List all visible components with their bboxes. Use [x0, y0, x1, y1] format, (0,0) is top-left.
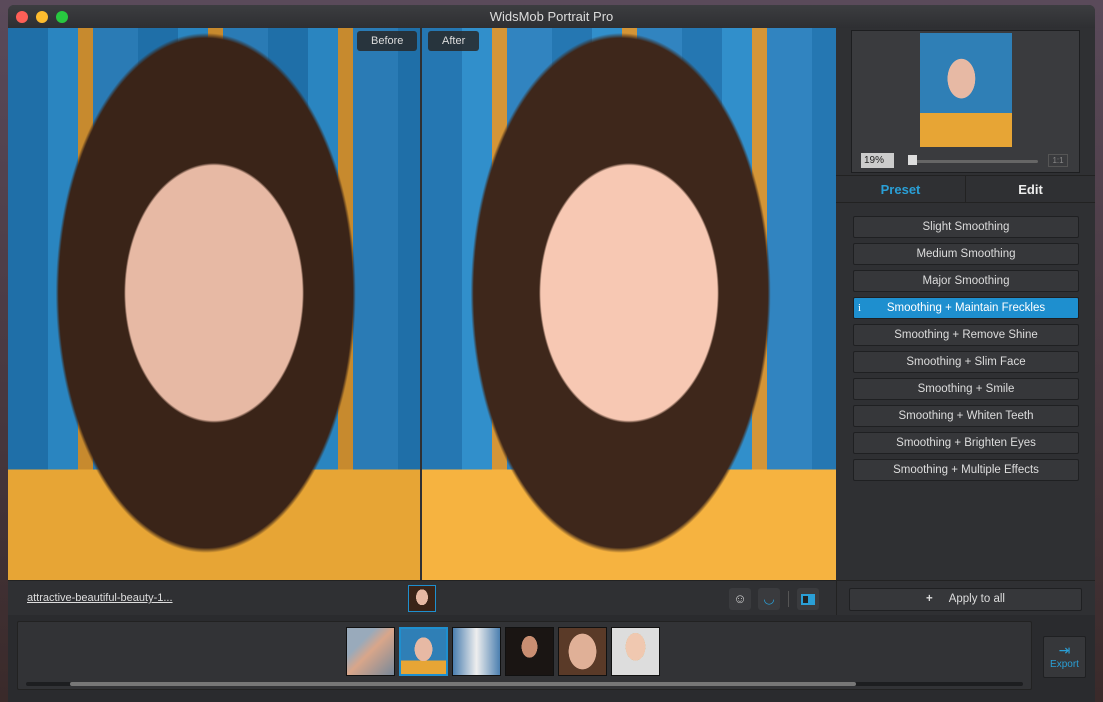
preset-item[interactable]: Smoothing + Smile — [853, 378, 1079, 400]
thumbnail[interactable] — [452, 627, 501, 676]
preset-label: Medium Smoothing — [916, 248, 1016, 260]
thumbnail[interactable] — [346, 627, 395, 676]
file-name[interactable]: attractive-beautiful-beauty-1... — [27, 592, 173, 604]
preset-label: Smoothing + Smile — [917, 383, 1015, 395]
preset-label: Smoothing + Maintain Freckles — [886, 302, 1046, 314]
smile-icon[interactable]: ◡ — [758, 588, 780, 610]
panel-tabs: Preset Edit — [836, 175, 1095, 203]
actual-size-button[interactable]: 1:1 — [1048, 154, 1068, 167]
thumbnail[interactable] — [505, 627, 554, 676]
thumbnail[interactable] — [558, 627, 607, 676]
thumbnail-strip — [17, 621, 1032, 690]
preset-label: Smoothing + Brighten Eyes — [896, 437, 1036, 449]
zoom-level[interactable]: 19% — [861, 153, 894, 168]
preset-label: Smoothing + Whiten Teeth — [898, 410, 1034, 422]
zoom-slider[interactable] — [910, 160, 1038, 163]
app-window: WidsMob Portrait Pro Before After 19% 1:… — [8, 5, 1095, 702]
preset-item[interactable]: Slight Smoothing — [853, 216, 1079, 238]
preset-item[interactable]: Smoothing + Remove Shine — [853, 324, 1079, 346]
apply-label: Apply to all — [948, 593, 1005, 605]
bottom-toolbar: attractive-beautiful-beauty-1... ☺ ◡ + Ap… — [8, 580, 1095, 616]
tab-preset[interactable]: Preset — [836, 176, 966, 202]
apply-to-all-button[interactable]: + Apply to all — [849, 588, 1082, 611]
navigator-preview[interactable] — [920, 33, 1012, 147]
close-button[interactable] — [16, 11, 28, 23]
preset-list: Slight Smoothing Medium Smoothing Major … — [853, 216, 1079, 486]
preset-item[interactable]: Smoothing + Slim Face — [853, 351, 1079, 373]
preset-item-selected[interactable]: i Smoothing + Maintain Freckles — [853, 297, 1079, 319]
title-bar: WidsMob Portrait Pro — [8, 5, 1095, 28]
zoom-slider-handle[interactable] — [908, 155, 917, 165]
export-button[interactable]: ⇥ Export — [1043, 636, 1086, 678]
plus-icon: + — [926, 593, 933, 605]
thumbnail-selected[interactable] — [399, 627, 448, 676]
thumbnail[interactable] — [611, 627, 660, 676]
preset-item[interactable]: Major Smoothing — [853, 270, 1079, 292]
face-detect-icon[interactable]: ☺ — [729, 588, 751, 610]
before-label: Before — [357, 31, 418, 51]
filmstrip-scrollbar[interactable] — [26, 682, 1023, 686]
preset-label: Smoothing + Multiple Effects — [893, 464, 1039, 476]
window-title: WidsMob Portrait Pro — [489, 9, 614, 24]
preset-label: Smoothing + Remove Shine — [894, 329, 1038, 341]
preset-label: Major Smoothing — [922, 275, 1010, 287]
preset-label: Slight Smoothing — [922, 221, 1010, 233]
split-view-icon[interactable] — [797, 588, 819, 610]
preset-label: Smoothing + Slim Face — [906, 356, 1026, 368]
zoom-button[interactable] — [56, 11, 68, 23]
filmstrip: ⇥ Export — [8, 615, 1095, 702]
preset-item[interactable]: Smoothing + Brighten Eyes — [853, 432, 1079, 454]
after-image[interactable] — [422, 28, 836, 580]
preset-item[interactable]: Medium Smoothing — [853, 243, 1079, 265]
preset-item[interactable]: Smoothing + Multiple Effects — [853, 459, 1079, 481]
scrollbar-thumb[interactable] — [70, 682, 856, 686]
minimize-button[interactable] — [36, 11, 48, 23]
export-icon: ⇥ — [1058, 642, 1071, 658]
face-thumbnail[interactable] — [408, 585, 436, 612]
navigator: 19% 1:1 — [851, 30, 1080, 173]
before-image[interactable] — [8, 28, 420, 580]
divider — [836, 581, 837, 616]
tab-edit[interactable]: Edit — [966, 176, 1095, 202]
export-label: Export — [1050, 659, 1079, 670]
right-panel: 19% 1:1 Preset Edit Slight Smoothing Med… — [836, 28, 1095, 580]
divider — [788, 591, 789, 607]
info-icon[interactable]: i — [858, 298, 861, 318]
after-label: After — [428, 31, 480, 51]
preset-item[interactable]: Smoothing + Whiten Teeth — [853, 405, 1079, 427]
